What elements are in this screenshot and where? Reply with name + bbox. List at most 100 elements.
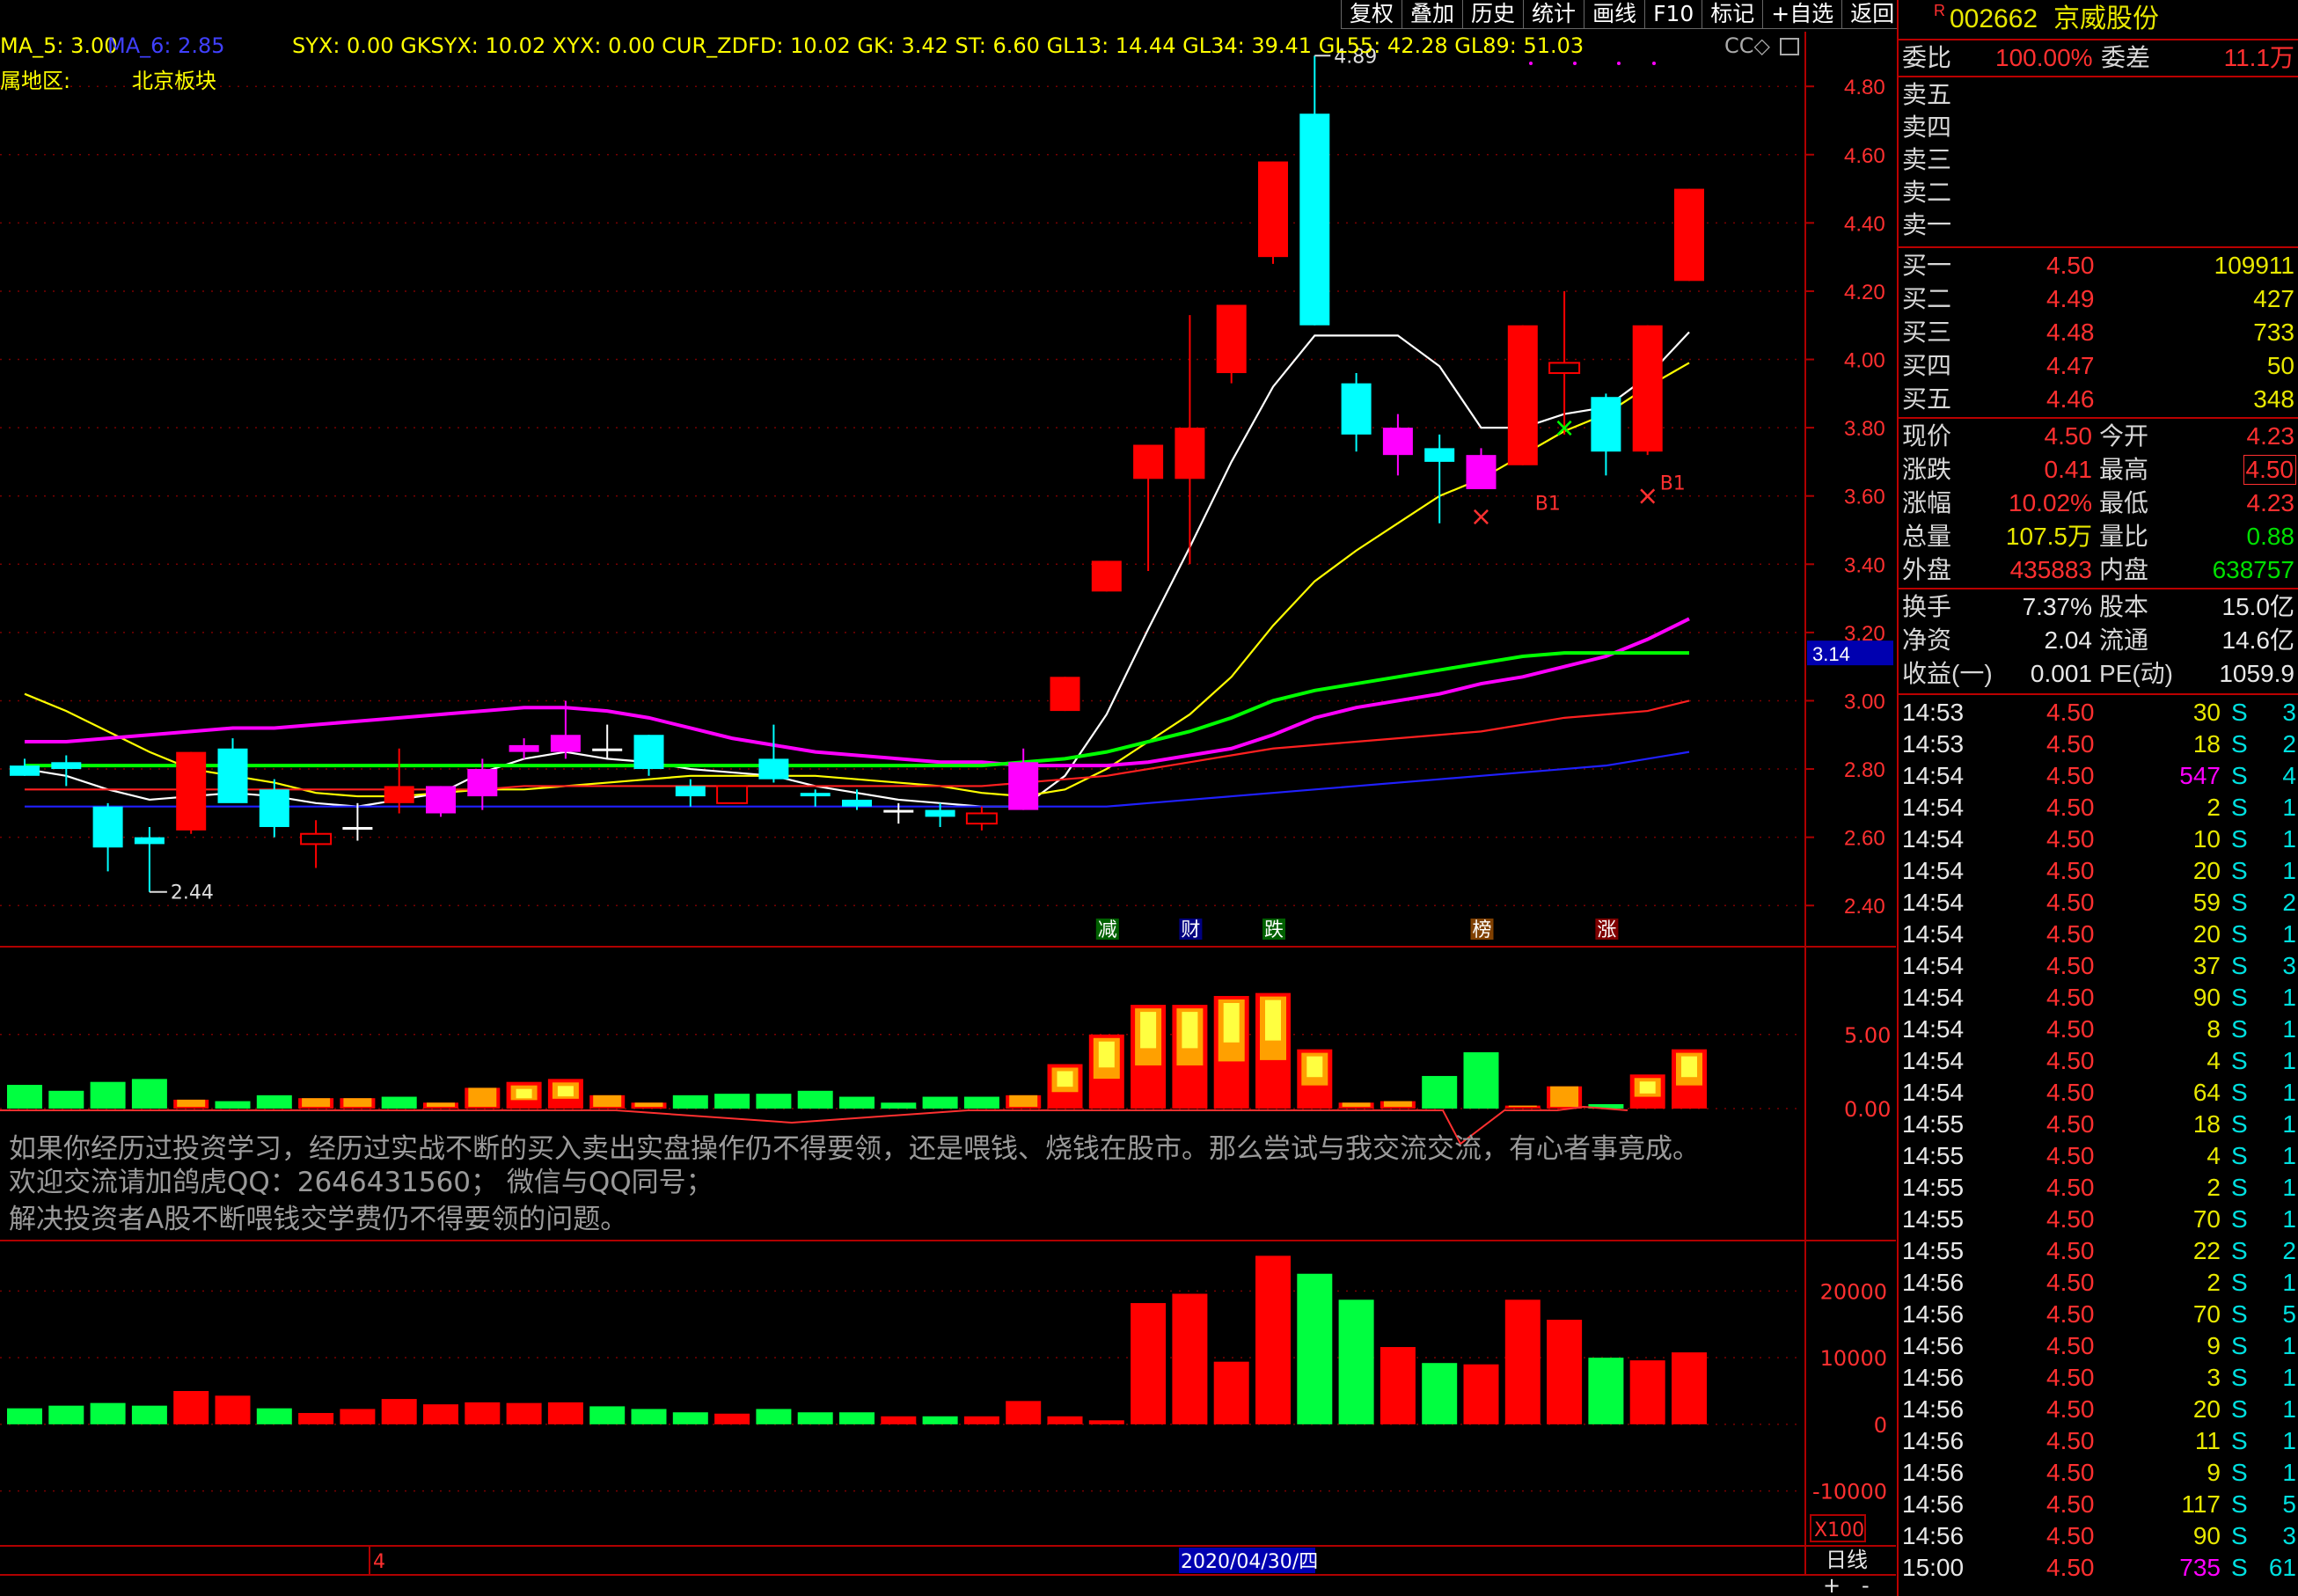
indicator-bar-inner xyxy=(1383,1101,1412,1107)
volume-bar xyxy=(465,1402,501,1424)
volume-bar xyxy=(1629,1360,1665,1424)
toolbar-button-4[interactable]: 画线 xyxy=(1584,0,1646,29)
stat-value: 7.37% xyxy=(2022,593,2092,620)
tick-time: 14:56 xyxy=(1902,1490,1965,1518)
y-tick-label: 2.60 xyxy=(1844,827,1885,851)
tick-vol: 18 xyxy=(2192,1110,2221,1138)
ma-line xyxy=(25,699,1690,791)
tick-row: 14:54 4.50 64 S 1 xyxy=(1899,1077,2298,1109)
volume-bar xyxy=(1213,1361,1249,1424)
toolbar-button-6[interactable]: 标记 xyxy=(1702,0,1764,29)
indicator-bar xyxy=(215,1101,251,1109)
candle-body xyxy=(1216,304,1247,374)
stat-label: 外盘 xyxy=(1902,556,1952,583)
divider xyxy=(1899,417,2298,419)
tick-price: 4.50 xyxy=(2046,699,2095,726)
toolbar-button-1[interactable]: 叠加 xyxy=(1401,0,1464,29)
buy-row: 买三 4.48 733 xyxy=(1899,317,2298,348)
indicator-bar-inner xyxy=(1057,1071,1073,1087)
buy-label: 买五 xyxy=(1902,385,1952,413)
tick-price: 4.50 xyxy=(2046,1174,2095,1201)
y-tick-label: 3.80 xyxy=(1844,417,1885,441)
indicator-bar xyxy=(672,1095,708,1109)
tick-price: 4.50 xyxy=(2046,730,2095,758)
candle-body xyxy=(92,806,123,848)
volume-bar xyxy=(1672,1352,1707,1424)
tick-time: 14:56 xyxy=(1902,1332,1965,1359)
tick-count: 1 xyxy=(2282,1110,2296,1138)
indicator-bar xyxy=(90,1081,126,1109)
stat-label: 涨幅 xyxy=(1902,489,1952,516)
event-tag: 榜 xyxy=(1472,919,1491,941)
weibi-value: 100.00% xyxy=(1995,44,2093,71)
tick-price: 4.50 xyxy=(2046,1015,2095,1043)
toolbar-button-2[interactable]: 历史 xyxy=(1462,0,1525,29)
signal-b1: B1 xyxy=(1535,494,1561,516)
toolbar-button-8[interactable]: 返回 xyxy=(1841,0,1904,29)
tick-count: 1 xyxy=(2282,1205,2296,1233)
toolbar: 复权 叠加 历史 统计 画线 F10 标记 +自选 返回 xyxy=(1341,0,1904,30)
stat-label: 总量 xyxy=(1902,523,1952,550)
candle-body xyxy=(1507,325,1538,465)
tick-price: 4.50 xyxy=(2046,1205,2095,1233)
toolbar-button-0[interactable]: 复权 xyxy=(1341,0,1403,29)
tick-price: 4.50 xyxy=(2046,1427,2095,1454)
volume-bar xyxy=(1588,1358,1624,1424)
candle-body xyxy=(1050,677,1080,712)
kline-chart-area[interactable]: 2.40 2.60 2.80 3.00 3.20 3.40 3.60 3.80 4.00 4.20… xyxy=(0,0,1896,1596)
buy-label: 买四 xyxy=(1902,352,1952,379)
volume-bar xyxy=(506,1402,542,1424)
indicator-bar xyxy=(881,1102,917,1109)
tick-row: 14:55 4.50 18 S 1 xyxy=(1899,1109,2298,1140)
candle-body xyxy=(716,785,749,804)
tick-side: S xyxy=(2231,762,2248,789)
stat-value: 107.5万 xyxy=(2005,523,2092,550)
divider xyxy=(1899,39,2298,40)
indicator-bar xyxy=(839,1096,875,1109)
toolbar-button-3[interactable]: 统计 xyxy=(1523,0,1585,29)
stat-label: 流通 xyxy=(2099,626,2149,654)
tick-time: 14:54 xyxy=(1902,889,1965,916)
tick-count: 5 xyxy=(2282,1300,2296,1328)
divider xyxy=(1899,693,2298,695)
volume-bar xyxy=(797,1412,833,1424)
toolbar-button-7[interactable]: +自选 xyxy=(1762,0,1843,29)
candle-body xyxy=(51,762,82,770)
tick-price: 4.50 xyxy=(2046,920,2095,948)
tick-row: 14:56 4.50 70 S 5 xyxy=(1899,1299,2298,1330)
sell-label: 卖一 xyxy=(1902,211,1952,238)
y-tick-label: 4.40 xyxy=(1844,212,1885,236)
signal-x-icon: × xyxy=(1554,413,1576,443)
tick-row: 14:56 4.50 3 S 1 xyxy=(1899,1362,2298,1394)
date-label: 2020/04/30/四 xyxy=(1181,1551,1318,1573)
tick-price: 4.50 xyxy=(2046,794,2095,821)
tick-time: 14:53 xyxy=(1902,730,1965,758)
tick-side: S xyxy=(2231,1332,2248,1359)
tick-price: 4.50 xyxy=(2046,952,2095,979)
tick-side: S xyxy=(2231,1110,2248,1138)
signal-b1: B1 xyxy=(1660,472,1686,494)
tick-price: 4.50 xyxy=(2046,1554,2095,1581)
indicator-bar xyxy=(1463,1052,1499,1109)
candle-body xyxy=(1008,762,1039,810)
tick-price: 4.50 xyxy=(2046,825,2095,853)
buy-vol: 427 xyxy=(2253,285,2294,312)
tick-vol: 4 xyxy=(2207,1047,2221,1074)
tick-vol: 64 xyxy=(2192,1079,2221,1106)
tick-vol: 2 xyxy=(2207,1174,2221,1201)
legend-dot xyxy=(1573,62,1577,65)
tick-row: 14:55 4.50 2 S 1 xyxy=(1899,1172,2298,1204)
tick-side: S xyxy=(2231,1269,2248,1296)
tick-row: 14:54 4.50 8 S 1 xyxy=(1899,1014,2298,1045)
volume-bar xyxy=(1006,1401,1042,1424)
tick-count: 1 xyxy=(2282,1332,2296,1359)
indicator-bar xyxy=(963,1096,999,1109)
chart-canvas[interactable]: 2.402.602.803.003.203.403.603.804.004.20… xyxy=(0,0,1896,1596)
indicator-bar-inner xyxy=(1508,1105,1537,1107)
sell-label: 卖三 xyxy=(1902,146,1952,173)
toolbar-button-5[interactable]: F10 xyxy=(1644,0,1703,29)
stat-value: 2.04 xyxy=(2044,626,2093,654)
stat-label: 现价 xyxy=(1902,422,1952,450)
indicator-bar-inner xyxy=(1098,1041,1115,1068)
tick-side: S xyxy=(2231,1205,2248,1233)
